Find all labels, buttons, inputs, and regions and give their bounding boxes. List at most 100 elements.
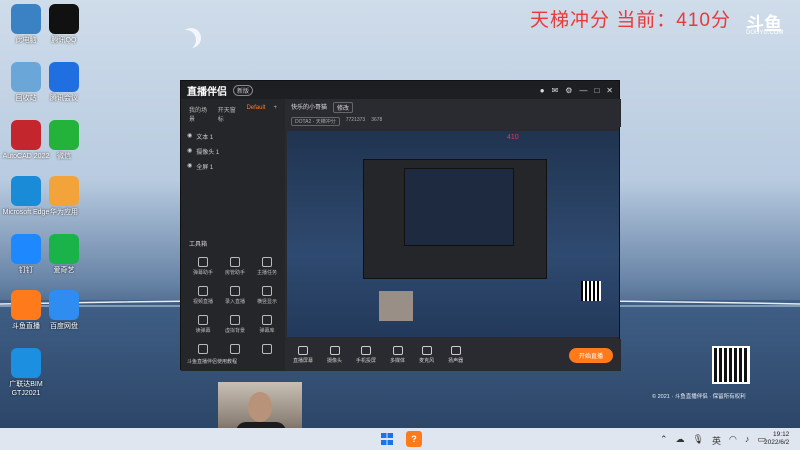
toolbox-item[interactable] <box>251 344 283 356</box>
volume-icon[interactable]: ♪ <box>745 434 750 447</box>
appstore-icon <box>49 176 79 206</box>
desktop-shortcut[interactable]: 腾讯QQ <box>40 4 88 45</box>
phone-icon <box>361 346 372 355</box>
eye-icon[interactable]: ◉ <box>187 147 192 156</box>
maximize-icon[interactable]: □ <box>594 86 599 95</box>
source-item[interactable]: ◉ 全屏 1 <box>181 159 285 174</box>
source-action[interactable]: 多媒体 <box>390 346 405 364</box>
qr-code <box>712 346 750 384</box>
toolbox-item[interactable]: 虚拟背景 <box>219 315 251 334</box>
streamer-head <box>248 392 272 422</box>
toolbox-item[interactable]: 弹幕助手 <box>187 257 219 276</box>
tutorial-link[interactable]: 斗鱼直播伴侣使用教程 <box>187 358 237 365</box>
minimize-icon[interactable]: — <box>579 86 587 95</box>
copyright-text: © 2021 · 斗鱼直播伴侣 · 保留所有权利 <box>652 394 746 400</box>
toolbox-item[interactable] <box>219 344 251 356</box>
toolbox-item[interactable]: 读弹幕 <box>187 315 219 334</box>
dingtalk-icon <box>11 234 41 264</box>
source-action-label: 多媒体 <box>390 358 406 364</box>
clock[interactable]: 19:12 2022/6/2 <box>764 431 789 447</box>
version-badge[interactable]: 新版 <box>233 84 254 96</box>
taskbar: ? ⌃ ☁ 🎙 英 ◠ ♪ ▭ 19:12 2022/6/2 <box>0 428 800 450</box>
tool-icon <box>198 286 208 296</box>
computer-icon <box>11 4 41 34</box>
source-action-label: 直播屏幕 <box>293 358 314 364</box>
desktop-shortcut-label: 腾讯会议 <box>50 95 78 102</box>
avatar[interactable]: ● <box>540 86 545 95</box>
toolbox-item[interactable]: 主播任务 <box>251 257 283 276</box>
desktop-shortcut[interactable]: 广联达BIM GTJ2021 <box>2 348 50 398</box>
tool-label: 读弹幕 <box>195 328 211 334</box>
tab-window[interactable]: 开天窗标 <box>218 105 239 123</box>
add-scene-icon[interactable]: + <box>273 105 277 123</box>
source-item[interactable]: ◉ 摄像头 1 <box>181 144 285 159</box>
toolbox-item[interactable]: 视频直播 <box>187 286 219 305</box>
source-action-label: 麦克风 <box>419 358 435 364</box>
recycle-bin-icon <box>11 62 41 92</box>
desktop-shortcut[interactable]: 华为应用 <box>40 176 88 217</box>
clock-time: 19:12 <box>773 431 790 438</box>
camera-icon <box>329 346 340 355</box>
score-overlay: 天梯冲分 当前：410分 <box>530 10 731 31</box>
live-companion-window: 直播伴侣 新版 ● ✉ ⚙ — □ ✕ 我的场景 开天窗标 Default + … <box>180 80 621 371</box>
eye-icon[interactable]: ◉ <box>187 132 192 141</box>
qq-icon <box>49 4 79 34</box>
desktop-shortcut[interactable]: 微信 <box>40 120 88 161</box>
viewer-count: 3678 <box>371 117 383 123</box>
speaker-icon <box>450 346 461 355</box>
source-item[interactable]: ◉ 文本 1 <box>181 129 285 144</box>
settings-icon[interactable]: ⚙ <box>565 86 572 95</box>
autocad-icon <box>11 120 41 150</box>
nested-window-inner <box>404 168 514 246</box>
desktop-shortcut[interactable]: 百度网盘 <box>40 290 88 331</box>
tool-label: 虚拟背景 <box>224 328 245 334</box>
wechat-icon <box>49 120 79 150</box>
source-action[interactable]: 摄像头 <box>327 346 342 364</box>
toolbox-item[interactable] <box>187 344 219 356</box>
toolbox-item[interactable]: 横竖显示 <box>251 286 283 305</box>
desktop-shortcut[interactable]: 爱奇艺 <box>40 234 88 275</box>
iqiyi-icon <box>49 234 79 264</box>
tool-label: 视频直播 <box>192 299 213 305</box>
mic-tray-icon[interactable]: 🎙 <box>693 434 704 447</box>
toolbox-item[interactable]: 房管助手 <box>219 257 251 276</box>
close-icon[interactable]: ✕ <box>606 86 613 95</box>
douyu-taskbar-icon[interactable]: ? <box>406 431 422 447</box>
ime-indicator[interactable]: 英 <box>712 434 721 447</box>
cloud-icon[interactable]: ☁ <box>676 434 685 447</box>
toolbox-item[interactable]: 弹幕库 <box>251 315 283 334</box>
stream-preview[interactable]: 410 <box>287 131 619 337</box>
message-icon[interactable]: ✉ <box>552 86 559 95</box>
eye-icon[interactable]: ◉ <box>187 162 192 171</box>
baidu-pan-icon <box>49 290 79 320</box>
desktop-shortcut[interactable]: 腾讯会议 <box>40 62 88 103</box>
toolbox-title: 工具箱 <box>189 242 208 248</box>
preview-qr-code <box>581 281 601 301</box>
start-live-button[interactable]: 开始直播 <box>568 347 613 363</box>
tool-icon <box>262 257 272 267</box>
toolbox-item[interactable]: 录入直播 <box>219 286 251 305</box>
tool-icon <box>262 315 272 325</box>
tool-icon <box>230 257 240 267</box>
source-action[interactable]: 手机投屏 <box>356 346 376 364</box>
source-action[interactable]: 直播屏幕 <box>293 346 313 364</box>
room-id: 7721373 <box>345 117 366 123</box>
chevron-up-icon[interactable]: ⌃ <box>660 434 668 447</box>
edit-title-button[interactable]: 修改 <box>333 102 354 113</box>
wifi-icon[interactable]: ◠ <box>729 434 737 447</box>
source-action[interactable]: 扬声器 <box>448 346 463 364</box>
media-icon <box>392 346 403 355</box>
tool-label: 房管助手 <box>224 270 245 276</box>
preview-webcam <box>379 291 413 321</box>
tool-icon <box>198 344 208 354</box>
tab-default[interactable]: Default <box>246 105 265 123</box>
tab-my-scene[interactable]: 我的场景 <box>189 105 210 123</box>
game-category[interactable]: DOTA2 · 天梯冲分 <box>291 117 340 126</box>
desktop-shortcut-label: 广联达BIM GTJ2021 <box>9 381 43 397</box>
app-logo: 直播伴侣 <box>187 86 227 98</box>
source-action[interactable]: 麦克风 <box>419 346 434 364</box>
windows-start-icon[interactable] <box>381 433 393 445</box>
tool-label: 横竖显示 <box>256 299 277 305</box>
tool-label: 弹幕助手 <box>192 270 213 276</box>
gtj-icon <box>11 348 41 378</box>
